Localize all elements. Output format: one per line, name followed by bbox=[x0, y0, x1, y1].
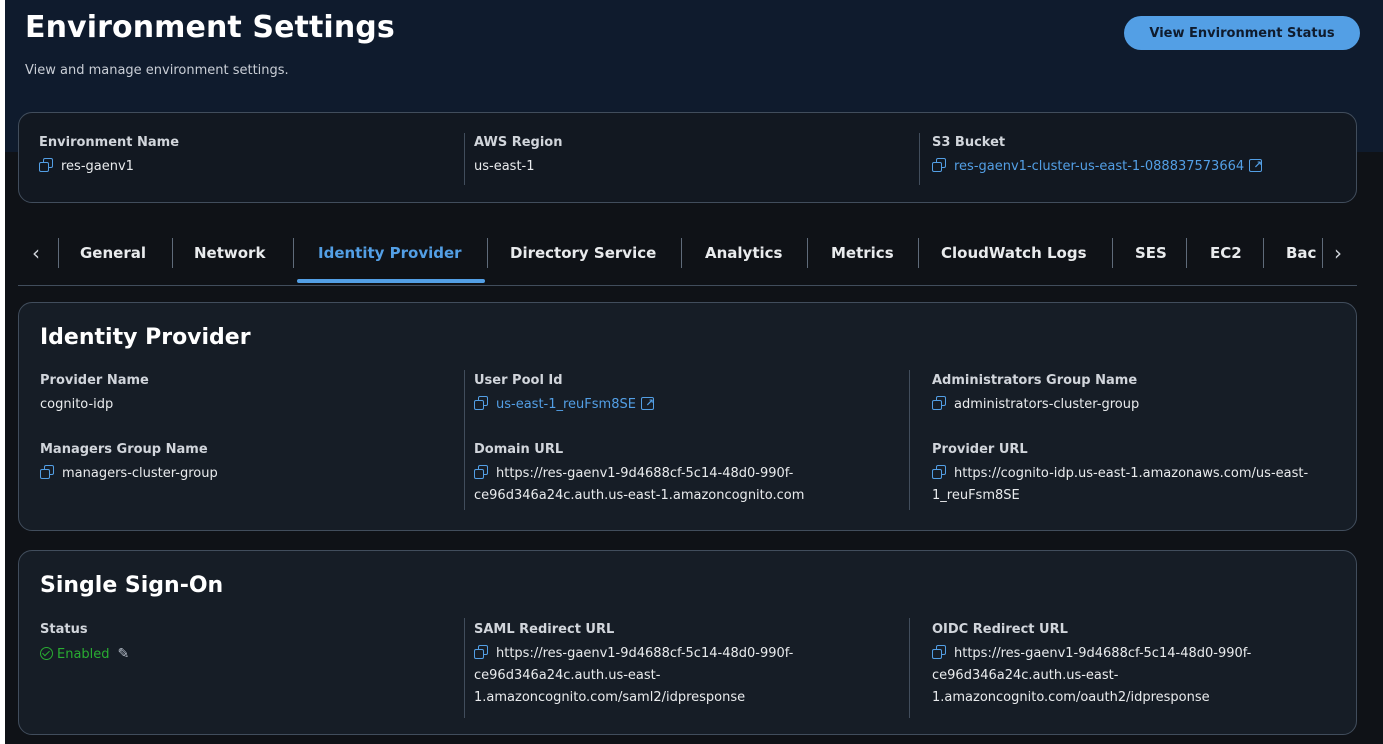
tab-general[interactable]: General bbox=[80, 240, 146, 266]
tab-separator bbox=[293, 238, 294, 268]
domain-url-field: Domain URL https://res-gaenv1-9d4688cf-5… bbox=[474, 442, 804, 507]
view-environment-status-button[interactable]: View Environment Status bbox=[1124, 16, 1360, 50]
administrators-group-label: Administrators Group Name bbox=[932, 373, 1138, 388]
domain-url-label: Domain URL bbox=[474, 442, 564, 457]
administrators-group-value: administrators-cluster-group bbox=[954, 397, 1140, 412]
identity-provider-card: Identity Provider Provider Name cognito-… bbox=[18, 302, 1357, 531]
aws-region-value: us-east-1 bbox=[474, 159, 535, 174]
tab-separator bbox=[1322, 238, 1323, 268]
scroll-left-chevron-icon[interactable]: ‹ bbox=[24, 238, 48, 268]
provider-url-label: Provider URL bbox=[932, 442, 1028, 457]
column-divider bbox=[464, 618, 465, 718]
copy-icon[interactable] bbox=[474, 645, 488, 659]
sso-status-label: Status bbox=[40, 622, 88, 637]
copy-icon[interactable] bbox=[474, 396, 488, 410]
managers-group-label: Managers Group Name bbox=[40, 442, 208, 457]
copy-icon[interactable] bbox=[40, 465, 54, 479]
tab-metrics[interactable]: Metrics bbox=[831, 240, 894, 266]
column-divider bbox=[464, 133, 465, 185]
saml-url-line2: ce96d346a24c.auth.us-east- bbox=[474, 668, 661, 683]
s3-bucket-field: S3 Bucket res-gaenv1-cluster-us-east-1-0… bbox=[932, 135, 1263, 178]
copy-icon[interactable] bbox=[932, 396, 946, 410]
s3-bucket-label: S3 Bucket bbox=[932, 135, 1006, 150]
aws-region-label: AWS Region bbox=[474, 135, 563, 150]
tab-separator bbox=[487, 238, 488, 268]
copy-icon[interactable] bbox=[39, 158, 53, 172]
saml-redirect-url-label: SAML Redirect URL bbox=[474, 622, 615, 637]
managers-group-value: managers-cluster-group bbox=[62, 466, 218, 481]
settings-tabs: ‹ General Network Identity Provider Dire… bbox=[18, 230, 1357, 286]
saml-url-line1: https://res-gaenv1-9d4688cf-5c14-48d0-99… bbox=[496, 646, 794, 661]
user-pool-id-link[interactable]: us-east-1_reuFsm8SE bbox=[496, 397, 636, 412]
provider-url-field: Provider URL https://cognito-idp.us-east… bbox=[932, 442, 1308, 507]
administrators-group-field: Administrators Group Name administrators… bbox=[932, 373, 1139, 416]
tab-separator bbox=[172, 238, 173, 268]
oidc-redirect-url-label: OIDC Redirect URL bbox=[932, 622, 1068, 637]
identity-provider-title: Identity Provider bbox=[40, 325, 251, 350]
column-divider bbox=[464, 370, 465, 510]
environment-name-value: res-gaenv1 bbox=[61, 159, 134, 174]
saml-url-line3: 1.amazoncognito.com/saml2/idpresponse bbox=[474, 690, 746, 705]
tab-separator bbox=[681, 238, 682, 268]
domain-url-value-line2: ce96d346a24c.auth.us-east-1.amazoncognit… bbox=[474, 488, 805, 503]
tab-separator bbox=[1186, 238, 1187, 268]
copy-icon[interactable] bbox=[932, 158, 946, 172]
single-sign-on-card: Single Sign-On Status Enabled ✎ SAML Redi… bbox=[18, 550, 1357, 735]
tab-directory-service[interactable]: Directory Service bbox=[510, 240, 656, 266]
oidc-url-line1: https://res-gaenv1-9d4688cf-5c14-48d0-99… bbox=[954, 646, 1252, 661]
domain-url-value-line1: https://res-gaenv1-9d4688cf-5c14-48d0-99… bbox=[496, 466, 794, 481]
external-link-icon[interactable] bbox=[1249, 155, 1263, 177]
user-pool-id-field: User Pool Id us-east-1_reuFsm8SE bbox=[474, 373, 654, 416]
check-circle-icon bbox=[40, 647, 53, 660]
tab-separator bbox=[1263, 238, 1264, 268]
scroll-right-chevron-icon[interactable]: › bbox=[1326, 238, 1350, 268]
copy-icon[interactable] bbox=[474, 465, 488, 479]
edit-pencil-icon[interactable]: ✎ bbox=[118, 643, 130, 665]
page-title: Environment Settings bbox=[25, 10, 395, 45]
oidc-url-line3: 1.amazoncognito.com/oauth2/idpresponse bbox=[932, 690, 1210, 705]
saml-redirect-url-field: SAML Redirect URL https://res-gaenv1-9d4… bbox=[474, 622, 793, 709]
provider-name-field: Provider Name cognito-idp bbox=[40, 373, 149, 416]
environment-name-field: Environment Name res-gaenv1 bbox=[39, 135, 179, 178]
copy-icon[interactable] bbox=[932, 645, 946, 659]
external-link-icon[interactable] bbox=[640, 393, 654, 415]
tab-separator bbox=[918, 238, 919, 268]
tab-identity-provider[interactable]: Identity Provider bbox=[318, 240, 462, 266]
environment-name-label: Environment Name bbox=[39, 135, 180, 150]
column-divider bbox=[909, 370, 910, 510]
single-sign-on-title: Single Sign-On bbox=[40, 573, 224, 598]
user-pool-id-label: User Pool Id bbox=[474, 373, 563, 388]
provider-url-value-line2: 1_reuFsm8SE bbox=[932, 488, 1020, 503]
tab-cloudwatch-logs[interactable]: CloudWatch Logs bbox=[941, 240, 1087, 266]
tab-separator bbox=[1112, 238, 1113, 268]
tab-separator bbox=[58, 238, 59, 268]
tab-separator bbox=[807, 238, 808, 268]
tab-ec2[interactable]: EC2 bbox=[1210, 240, 1242, 266]
column-divider bbox=[909, 618, 910, 718]
tab-ses[interactable]: SES bbox=[1135, 240, 1167, 266]
oidc-url-line2: ce96d346a24c.auth.us-east- bbox=[932, 668, 1119, 683]
managers-group-field: Managers Group Name managers-cluster-gro… bbox=[40, 442, 218, 485]
aws-region-field: AWS Region us-east-1 bbox=[474, 135, 562, 178]
sso-status-field: Status Enabled ✎ bbox=[40, 622, 129, 666]
environment-summary-card: Environment Name res-gaenv1 AWS Region u… bbox=[18, 112, 1357, 203]
oidc-redirect-url-field: OIDC Redirect URL https://res-gaenv1-9d4… bbox=[932, 622, 1251, 709]
provider-name-label: Provider Name bbox=[40, 373, 149, 388]
tab-analytics[interactable]: Analytics bbox=[705, 240, 782, 266]
page-subtitle: View and manage environment settings. bbox=[25, 63, 289, 78]
copy-icon[interactable] bbox=[932, 465, 946, 479]
active-tab-indicator bbox=[297, 279, 485, 283]
tab-network[interactable]: Network bbox=[194, 240, 265, 266]
s3-bucket-link[interactable]: res-gaenv1-cluster-us-east-1-08883757366… bbox=[954, 159, 1244, 174]
provider-url-value-line1: https://cognito-idp.us-east-1.amazonaws.… bbox=[954, 466, 1309, 481]
provider-name-value: cognito-idp bbox=[40, 397, 114, 412]
sso-status-value: Enabled bbox=[57, 647, 110, 662]
column-divider bbox=[919, 133, 920, 185]
tab-backup[interactable]: Bac bbox=[1286, 240, 1320, 266]
